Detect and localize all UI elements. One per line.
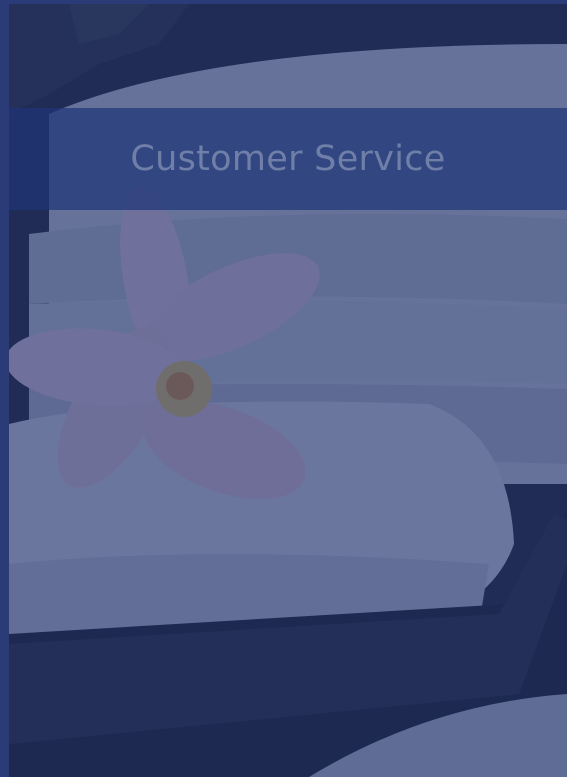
title-banner: Customer Service	[9, 108, 567, 210]
card-title[interactable]: Customer Service	[130, 139, 445, 179]
card-left-border	[0, 0, 9, 777]
customer-service-card[interactable]: Customer Service	[0, 0, 567, 777]
